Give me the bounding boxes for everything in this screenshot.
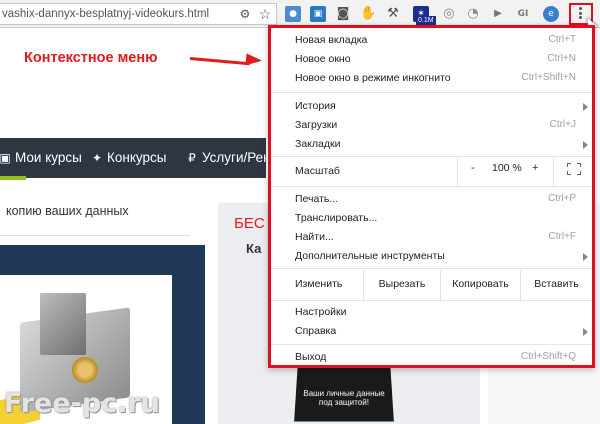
nav-accent	[0, 176, 26, 180]
watermark: Free-pc.ru	[4, 388, 160, 419]
extension-binoculars-icon[interactable]: ◙	[335, 6, 351, 22]
nav-item-contests[interactable]: ✦ Конкурсы	[90, 150, 166, 165]
menu-item-label: Новая вкладка	[295, 34, 368, 46]
annotation-label: Контекстное меню	[24, 50, 158, 66]
nav-item-my-courses[interactable]: ▣ Мои курсы	[0, 150, 82, 165]
annotation-arrow-head	[245, 53, 263, 67]
menu-item-bookmarks[interactable]: Закладки	[271, 135, 592, 154]
extension-tools-icon[interactable]: ⚒	[385, 6, 401, 22]
safe-dial	[72, 357, 98, 383]
chevron-right-icon	[583, 103, 588, 111]
zoom-in-button[interactable]: +	[532, 162, 538, 174]
menu-item-shortcut: Ctrl+N	[547, 53, 576, 64]
nav-item-services[interactable]: ₽ Услуги/Рек	[185, 150, 269, 165]
cut-button[interactable]: Вырезать	[363, 270, 440, 300]
menu-item-shortcut: Ctrl+P	[547, 193, 576, 204]
translate-icon[interactable]: ⚙	[238, 7, 252, 21]
safe-door	[40, 293, 86, 355]
menu-separator	[271, 268, 592, 269]
menu-separator	[271, 92, 592, 93]
copy-button[interactable]: Копировать	[440, 270, 520, 300]
menu-item-print[interactable]: Печать... Ctrl+P	[271, 190, 592, 209]
menu-separator	[271, 344, 592, 345]
menu-item-label: Загрузки	[295, 119, 338, 131]
extension-alarm-icon[interactable]: ◔	[465, 6, 481, 22]
menu-item-downloads[interactable]: Загрузки Ctrl+J	[271, 116, 592, 135]
zoom-value: 100 %	[492, 162, 522, 174]
site-navbar: ▣ Мои курсы ✦ Конкурсы ₽ Услуги/Рек	[0, 138, 269, 180]
menu-item-shortcut: Ctrl+F	[548, 231, 577, 242]
menu-item-history[interactable]: История	[271, 97, 592, 116]
chevron-right-icon	[583, 253, 588, 261]
menu-item-label: Справка	[295, 325, 337, 337]
menu-item-incognito[interactable]: Новое окно в режиме инкогнито Ctrl+Shift…	[271, 69, 592, 88]
browser-toolbar: vashix-dannyx-besplatnyj-videokurs.html …	[0, 0, 600, 31]
menu-item-shortcut: Ctrl+Shift+Q	[520, 351, 576, 362]
zoom-cell-divider	[553, 156, 554, 186]
copy-label: Копировать	[452, 278, 509, 290]
extension-circle-icon[interactable]: ◎	[441, 6, 457, 22]
url-text: vashix-dannyx-besplatnyj-videokurs.html	[2, 8, 210, 20]
menu-item-label: Печать...	[295, 193, 339, 205]
promo-box[interactable]: Ваши личные данные под защитой!	[294, 364, 394, 422]
paste-button[interactable]: Вставить	[520, 270, 592, 300]
ruble-icon: ₽	[188, 151, 196, 165]
tv-icon: ▣	[0, 151, 11, 165]
extension-globe-icon[interactable]: ●	[285, 6, 301, 22]
nav-label: Услуги/Рек	[202, 150, 270, 165]
nav-label: Мои курсы	[15, 150, 82, 165]
annotation-arrow	[189, 57, 250, 66]
chevron-right-icon	[583, 141, 588, 149]
menu-item-more-tools[interactable]: Дополнительные инструменты	[271, 247, 592, 266]
address-bar[interactable]: vashix-dannyx-besplatnyj-videokurs.html …	[0, 3, 277, 25]
zoom-cell-divider	[457, 156, 458, 186]
menu-item-zoom: Масштаб	[271, 162, 592, 181]
menu-item-find[interactable]: Найти... Ctrl+F	[271, 228, 592, 247]
menu-item-label: Настройки	[295, 306, 347, 318]
menu-separator	[271, 300, 592, 301]
zoom-label: Масштаб	[295, 165, 340, 177]
edit-row: Изменить Вырезать Копировать Вставить	[271, 270, 592, 300]
menu-item-new-tab[interactable]: Новая вкладка Ctrl+T	[271, 31, 592, 50]
content-divider	[0, 235, 190, 236]
promo-text: Ваши личные данные под защитой!	[303, 389, 385, 407]
sidebar-subtitle: Ка	[246, 241, 262, 256]
article-text: копию ваших данных	[6, 204, 129, 218]
menu-separator	[271, 186, 592, 187]
menu-item-label: Новое окно в режиме инкогнито	[295, 72, 451, 84]
menu-item-label: Транслировать...	[295, 212, 378, 224]
menu-item-shortcut: Ctrl+Shift+N	[521, 72, 576, 83]
cut-label: Вырезать	[378, 278, 426, 290]
chevron-right-icon	[583, 328, 588, 336]
bookmark-star-icon[interactable]: ☆	[258, 7, 272, 21]
extension-hand-icon[interactable]: ✋	[360, 6, 376, 22]
nav-label: Конкурсы	[107, 150, 167, 165]
menu-item-label: История	[295, 100, 336, 112]
menu-separator	[271, 156, 592, 157]
chrome-context-menu: Новая вкладка Ctrl+T Новое окно Ctrl+N Н…	[268, 25, 595, 368]
menu-item-settings[interactable]: Настройки	[271, 303, 592, 322]
menu-item-shortcut: Ctrl+T	[548, 34, 577, 45]
fullscreen-icon[interactable]	[567, 163, 581, 175]
extension-video-icon[interactable]: ▶	[490, 6, 506, 22]
gift-icon: ✦	[91, 151, 103, 165]
menu-item-label: Новое окно	[295, 53, 351, 65]
extension-badge: 0.1M	[416, 16, 436, 25]
menu-item-new-window[interactable]: Новое окно Ctrl+N	[271, 50, 592, 69]
menu-item-exit[interactable]: Выход Ctrl+Shift+Q	[271, 348, 592, 367]
menu-item-help[interactable]: Справка	[271, 322, 592, 341]
menu-item-label: Найти...	[295, 231, 334, 243]
extension-gi-icon[interactable]: GI	[515, 6, 531, 22]
menu-item-label: Выход	[295, 351, 327, 363]
menu-item-shortcut: Ctrl+J	[549, 119, 576, 130]
extension-window-icon[interactable]: ▣	[310, 6, 326, 22]
extension-e-icon[interactable]: e	[543, 6, 559, 22]
zoom-out-button[interactable]: -	[471, 162, 475, 174]
menu-item-cast[interactable]: Транслировать...	[271, 209, 592, 228]
sidebar-title: БЕС	[234, 215, 265, 232]
edit-label: Изменить	[295, 278, 343, 290]
menu-item-label: Закладки	[295, 138, 341, 150]
menu-item-label: Дополнительные инструменты	[295, 250, 445, 262]
paste-label: Вставить	[534, 278, 579, 290]
